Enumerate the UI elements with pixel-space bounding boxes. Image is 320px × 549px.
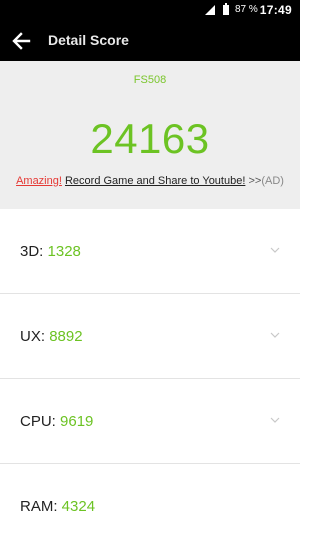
- total-score: 24163: [90, 115, 210, 162]
- page-title: Detail Score: [48, 32, 129, 48]
- score-label: UX: 8892: [20, 328, 83, 345]
- promo-text[interactable]: Record Game and Share to Youtube!: [65, 175, 245, 187]
- promo-link[interactable]: Amazing! Record Game and Share to Youtub…: [0, 175, 300, 187]
- score-label: CPU: 9619: [20, 413, 94, 430]
- score-label: 3D: 1328: [20, 243, 81, 260]
- battery-percent: 87 %: [235, 4, 258, 15]
- score-row-cpu[interactable]: CPU: 9619: [0, 379, 300, 464]
- score-label: RAM: 4324: [20, 498, 96, 515]
- promo-arrows: >>: [248, 175, 262, 187]
- score-value: 8892: [49, 328, 83, 345]
- score-row-3d[interactable]: 3D: 1328: [0, 209, 300, 294]
- total-score-panel: FS508 24163 Amazing! Record Game and Sha…: [0, 61, 300, 209]
- battery-icon: [223, 3, 229, 15]
- status-bar: 87 % 17:49: [0, 0, 300, 20]
- score-row-ux[interactable]: UX: 8892: [0, 294, 300, 379]
- score-row-ram[interactable]: RAM: 4324: [0, 464, 300, 549]
- score-value: 1328: [47, 243, 81, 260]
- ad-badge: (AD): [261, 175, 284, 187]
- back-arrow-icon[interactable]: [11, 31, 31, 51]
- clock: 17:49: [259, 3, 292, 17]
- signal-icon: [205, 5, 215, 15]
- score-value: 9619: [60, 413, 94, 430]
- promo-prefix[interactable]: Amazing!: [16, 175, 62, 187]
- chevron-down-icon[interactable]: [270, 330, 280, 340]
- chevron-down-icon[interactable]: [270, 245, 280, 255]
- score-value: 4324: [61, 498, 96, 515]
- device-name: FS508: [133, 74, 167, 86]
- chevron-down-icon[interactable]: [270, 415, 280, 425]
- app-bar: Detail Score: [0, 20, 300, 61]
